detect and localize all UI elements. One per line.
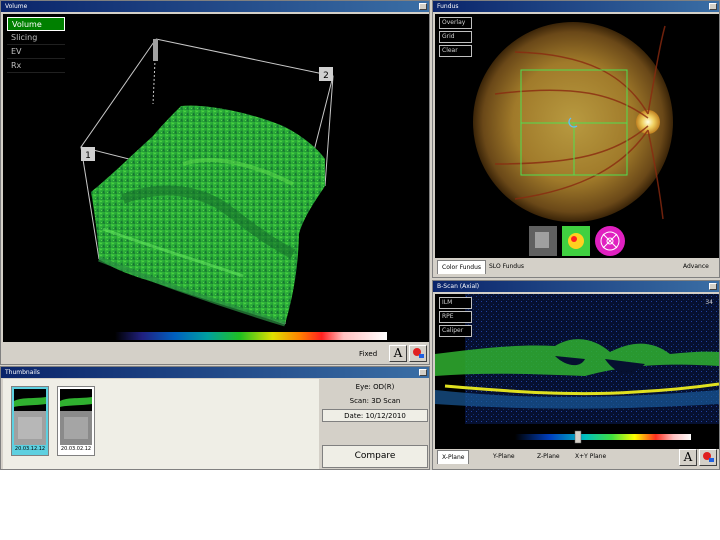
menu-item-rx[interactable]: Rx	[7, 59, 65, 73]
font-icon[interactable]: A	[389, 345, 407, 362]
bscan-title: B-Scan (Axial)	[437, 283, 480, 290]
fundus-panel: Fundus Overlay Grid Clear Color Fundus S…	[432, 0, 720, 278]
bscan-view[interactable]: 34 ILM RPE Caliper	[435, 294, 720, 449]
volume-view[interactable]: 1 2 Volume Slicing EV Rx	[3, 14, 429, 342]
scan-info: Eye: OD(R) Scan: 3D Scan Date: 10/12/201…	[322, 381, 428, 423]
bscan-image: 34	[435, 294, 720, 444]
maximize-icon[interactable]	[419, 369, 427, 376]
thumbnail-label: 20.03.02.12	[60, 446, 92, 452]
paint-icon[interactable]	[699, 449, 717, 466]
tab-xy-plane[interactable]: X+Y Plane	[571, 450, 610, 464]
maximize-icon[interactable]	[709, 283, 717, 290]
thumbnails-title: Thumbnails	[5, 369, 40, 376]
date-info: Date: 10/12/2010	[322, 409, 428, 422]
volume-title: Volume	[5, 3, 28, 10]
menu-item-ev[interactable]: EV	[7, 45, 65, 59]
tab-color-fundus[interactable]: Color Fundus	[437, 260, 487, 274]
corner-label-2: 2	[323, 71, 329, 81]
caliper-button[interactable]: Caliper	[439, 325, 472, 337]
eye-info: Eye: OD(R)	[355, 383, 395, 391]
axis-handle[interactable]	[153, 39, 158, 61]
maximize-icon[interactable]	[419, 3, 427, 10]
slice-number: 34	[705, 299, 713, 306]
fundus-view[interactable]: Overlay Grid Clear	[435, 14, 719, 258]
oct-viewer-app: Volume 1 2 Volume Slicing EV Rx Fixed A …	[0, 0, 720, 470]
bscan-panel: B-Scan (Axial) 34 ILM RPE Caliper X-Plan…	[432, 280, 720, 470]
thumbnail-label: 20.03.12.12	[14, 446, 46, 452]
volume-colorbar	[115, 332, 387, 340]
scan-type-info: Scan: 3D Scan	[349, 397, 401, 405]
thumbnail-image	[14, 389, 46, 445]
fundus-tabs: Color Fundus SLO Fundus Advance	[435, 259, 717, 275]
grid-button[interactable]: Grid	[439, 31, 472, 43]
bscan-colorbar	[515, 434, 691, 440]
corner-label-1: 1	[85, 151, 91, 161]
bscan-titlebar: B-Scan (Axial)	[433, 281, 719, 292]
maximize-icon[interactable]	[709, 3, 717, 10]
thumbnails-titlebar: Thumbnails	[1, 367, 429, 378]
volume-mode-menu: Volume Slicing EV Rx	[7, 17, 65, 73]
tab-slo-fundus[interactable]: SLO Fundus	[485, 260, 528, 274]
tab-z-plane[interactable]: Z-Plane	[533, 450, 564, 464]
bscan-buttons: ILM RPE Caliper	[439, 297, 472, 339]
paint-icon[interactable]	[409, 345, 427, 362]
menu-item-slicing[interactable]: Slicing	[7, 31, 65, 45]
compare-button[interactable]: Compare	[322, 445, 428, 468]
thumbnails-panel: Thumbnails 20.03.12.12 20.03.02.12 Eye: …	[0, 366, 430, 470]
volume-render: 1 2	[80, 38, 387, 340]
fundus-titlebar: Fundus	[433, 1, 719, 12]
thumbnail-list: 20.03.12.12 20.03.02.12	[3, 379, 319, 469]
overlay-button[interactable]: Overlay	[439, 17, 472, 29]
fundus-buttons: Overlay Grid Clear	[439, 17, 472, 59]
fundus-image	[473, 22, 673, 256]
fundus-title: Fundus	[437, 3, 459, 10]
volume-toolbar: Fixed A	[3, 344, 429, 364]
bscan-toolbar: X-Plane Y-Plane Z-Plane X+Y Plane A	[435, 448, 717, 468]
fixed-label: Fixed	[359, 350, 378, 358]
font-icon[interactable]: A	[679, 449, 697, 466]
colorbar-slider[interactable]	[574, 430, 582, 444]
tab-y-plane[interactable]: Y-Plane	[489, 450, 519, 464]
clear-button[interactable]: Clear	[439, 45, 472, 57]
thumbnail-item[interactable]: 20.03.02.12	[57, 386, 95, 456]
thumbnail-item[interactable]: 20.03.12.12	[11, 386, 49, 456]
rpe-button[interactable]: RPE	[439, 311, 472, 323]
tab-advance[interactable]: Advance	[679, 260, 713, 274]
ilm-button[interactable]: ILM	[439, 297, 472, 309]
volume-titlebar: Volume	[1, 1, 429, 12]
menu-item-volume[interactable]: Volume	[7, 17, 65, 31]
tab-x-plane[interactable]: X-Plane	[437, 450, 470, 464]
retina-surface	[91, 105, 325, 324]
volume-panel: Volume 1 2 Volume Slicing EV Rx Fixed A	[0, 0, 430, 365]
thumbnail-image	[60, 389, 92, 445]
